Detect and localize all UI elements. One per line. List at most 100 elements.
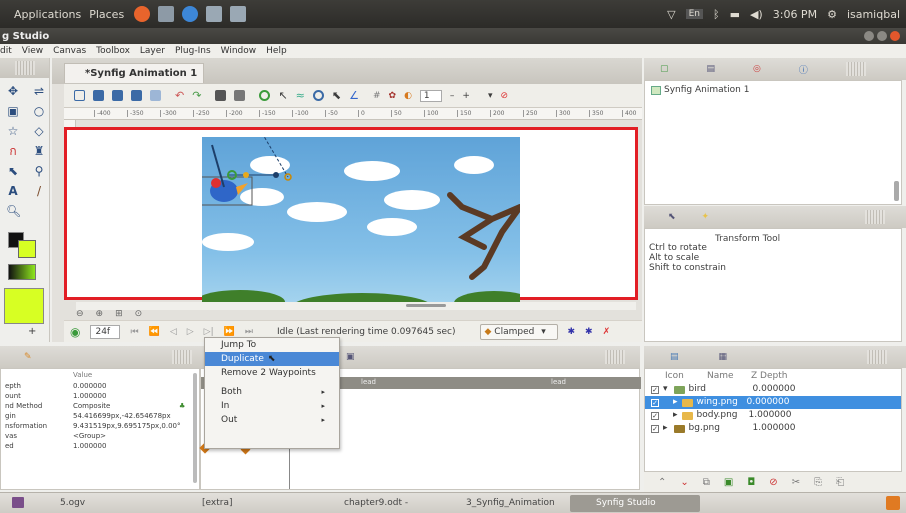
preview-icon[interactable] bbox=[234, 90, 246, 101]
zoom-in-icon[interactable]: ⊕ bbox=[96, 309, 104, 319]
layers-tab-icon[interactable]: ▤ bbox=[670, 352, 679, 362]
menu-plugins[interactable]: Plug-Ins bbox=[175, 46, 211, 56]
encapsulate-icon[interactable]: ▣ bbox=[724, 477, 733, 488]
trash-icon[interactable] bbox=[886, 496, 900, 510]
minimize-button[interactable] bbox=[864, 31, 874, 41]
polygon-tool-icon[interactable]: ◇ bbox=[32, 124, 46, 138]
current-frame-field[interactable]: 24f bbox=[90, 324, 121, 339]
past-keyframes-lock-icon[interactable]: ✱ bbox=[568, 327, 576, 337]
menu-item-remove-waypoints[interactable]: Remove 2 Waypoints bbox=[205, 366, 339, 380]
menu-layer[interactable]: Layer bbox=[140, 46, 165, 56]
param-row[interactable]: gin 54.416699px,-42.654678px bbox=[1, 411, 199, 421]
param-value[interactable]: 0.000000 bbox=[73, 381, 193, 391]
taskbar-item[interactable]: 3_Synfig_Animation bbox=[440, 495, 560, 512]
battery-icon[interactable]: ▬ bbox=[730, 8, 740, 21]
layer-row[interactable]: ✓ ▸ wing.png 0.000000 bbox=[645, 396, 901, 409]
taskbar-item-active[interactable]: Synfig Studio bbox=[570, 495, 700, 512]
workspace-icon[interactable] bbox=[206, 6, 223, 22]
past-onion-icon[interactable]: ◐ bbox=[404, 91, 412, 101]
library-tab-icon[interactable]: ▤ bbox=[707, 64, 716, 74]
tt-dock-grip-icon[interactable] bbox=[604, 350, 625, 364]
redo-icon[interactable]: ↷ bbox=[192, 89, 201, 102]
layer-name[interactable]: wing.png bbox=[697, 396, 747, 409]
circle-tool-icon[interactable]: ○ bbox=[32, 104, 46, 118]
layer-visibility-checkbox[interactable]: ✓ bbox=[651, 398, 659, 407]
keyboard-indicator[interactable]: En bbox=[685, 9, 703, 19]
taskbar-item[interactable]: [extra] bbox=[176, 495, 316, 512]
layer-row[interactable]: ✓ ▾ bird 0.000000 bbox=[645, 383, 901, 396]
network-icon[interactable]: ▽ bbox=[667, 8, 675, 21]
encapsulate-switch-icon[interactable]: ◘ bbox=[747, 477, 755, 488]
spline-tool-icon[interactable]: ก bbox=[6, 144, 20, 158]
param-row[interactable]: nsformation 9.431519px,9.695175px,0.00° bbox=[1, 421, 199, 431]
fill-color-swatch[interactable] bbox=[18, 240, 36, 258]
maximize-button[interactable] bbox=[877, 31, 887, 41]
cut-icon[interactable]: ✂ bbox=[792, 477, 800, 488]
menu-item-both[interactable]: Both ▸ bbox=[205, 385, 339, 399]
expander-icon[interactable]: ▾ bbox=[663, 383, 668, 396]
rm-dock-grip-icon[interactable] bbox=[865, 210, 886, 224]
animation-mode-icon[interactable]: ◉ bbox=[70, 325, 80, 339]
dock-grip-icon[interactable] bbox=[14, 61, 35, 75]
param-value[interactable]: 1.000000 bbox=[73, 441, 193, 451]
document-tab[interactable]: *Synfig Animation 1 ⌘ bbox=[64, 63, 204, 98]
eyedrop-tool-icon[interactable]: ⬉ bbox=[6, 164, 20, 178]
radius-ducks-icon[interactable] bbox=[312, 90, 324, 101]
menu-view[interactable]: View bbox=[22, 46, 43, 56]
expander-icon[interactable]: ▸ bbox=[663, 422, 668, 435]
draw-tool-icon[interactable]: / bbox=[32, 184, 46, 198]
animation-mode-toggle-icon[interactable]: ✗ bbox=[603, 327, 611, 337]
smooth-move-tool-icon[interactable]: ⇌ bbox=[32, 84, 46, 98]
bl-dock-grip-icon[interactable] bbox=[171, 350, 192, 364]
params-scrollbar[interactable] bbox=[193, 373, 197, 483]
zoom-fit-icon[interactable]: ⊞ bbox=[115, 309, 123, 319]
layer-visibility-checkbox[interactable]: ✓ bbox=[651, 411, 659, 420]
copy-icon[interactable]: ⎘ bbox=[814, 477, 822, 488]
stop-render-icon[interactable]: ⊘ bbox=[501, 91, 509, 101]
layer-visibility-checkbox[interactable]: ✓ bbox=[651, 424, 659, 433]
menu-item-jump-to[interactable]: Jump To bbox=[205, 338, 339, 352]
settings-gear-icon[interactable]: ⚙ bbox=[827, 8, 837, 21]
increment-button[interactable]: + bbox=[462, 91, 470, 101]
duplicate-layer-icon[interactable]: ⧉ bbox=[703, 477, 710, 488]
menu-window[interactable]: Window bbox=[221, 46, 257, 56]
places-menu[interactable]: Places bbox=[89, 8, 124, 21]
param-value[interactable]: 1.000000 bbox=[73, 391, 193, 401]
rt-scroll-thumb[interactable] bbox=[894, 181, 899, 201]
close-button[interactable] bbox=[890, 31, 900, 41]
menu-toolbox[interactable]: Toolbox bbox=[96, 46, 130, 56]
param-row[interactable]: epth 0.000000 bbox=[1, 381, 199, 391]
param-row[interactable]: ed 1.000000 bbox=[1, 441, 199, 451]
raise-layer-icon[interactable]: ⌃ bbox=[658, 477, 666, 488]
clock[interactable]: 3:06 PM bbox=[773, 8, 817, 21]
taskbar-item[interactable]: 5.ogv bbox=[34, 495, 184, 512]
zoom-out-icon[interactable]: ⊖ bbox=[76, 309, 84, 319]
menu-item-in[interactable]: In ▸ bbox=[205, 399, 339, 413]
files-icon[interactable] bbox=[158, 6, 175, 22]
tool-options-tab-icon[interactable]: ⬉ bbox=[668, 212, 676, 222]
params-tab-icon[interactable]: ✎ bbox=[24, 352, 32, 362]
bluetooth-icon[interactable]: ᛒ bbox=[713, 8, 720, 21]
save-all-icon[interactable] bbox=[150, 90, 161, 101]
show-desktop-icon[interactable] bbox=[12, 497, 24, 508]
timetrack-tab-icon[interactable]: ▣ bbox=[346, 352, 355, 362]
seek-next-frame-icon[interactable]: ▷| bbox=[204, 327, 214, 337]
render-icon[interactable] bbox=[215, 90, 227, 101]
param-value[interactable]: 9.431519px,9.695175px,0.00° bbox=[73, 421, 193, 431]
fill-tool-icon[interactable]: ♜ bbox=[32, 144, 46, 158]
animation-scene[interactable] bbox=[202, 137, 520, 303]
screen-icon[interactable] bbox=[230, 6, 247, 22]
navigator-tab-icon[interactable]: ◎ bbox=[753, 64, 761, 74]
play-icon[interactable]: ▷ bbox=[187, 327, 194, 337]
param-row[interactable]: ount 1.000000 bbox=[1, 391, 199, 401]
layer-row[interactable]: ✓ ▸ body.png 1.000000 bbox=[645, 409, 901, 422]
canvas-browser-item[interactable]: Synfig Animation 1 bbox=[645, 81, 901, 99]
zoom-100-icon[interactable]: ⊙ bbox=[135, 309, 143, 319]
rt-dock-grip-icon[interactable] bbox=[845, 62, 866, 76]
sound-tab-icon[interactable]: ✦ bbox=[702, 212, 710, 222]
firefox-icon[interactable] bbox=[134, 6, 151, 22]
layer-name[interactable]: bg.png bbox=[689, 422, 741, 435]
seek-begin-icon[interactable]: ⏮ bbox=[130, 327, 138, 337]
onion-count-field[interactable]: 1 bbox=[419, 89, 442, 102]
add-icon[interactable]: + bbox=[28, 326, 36, 337]
